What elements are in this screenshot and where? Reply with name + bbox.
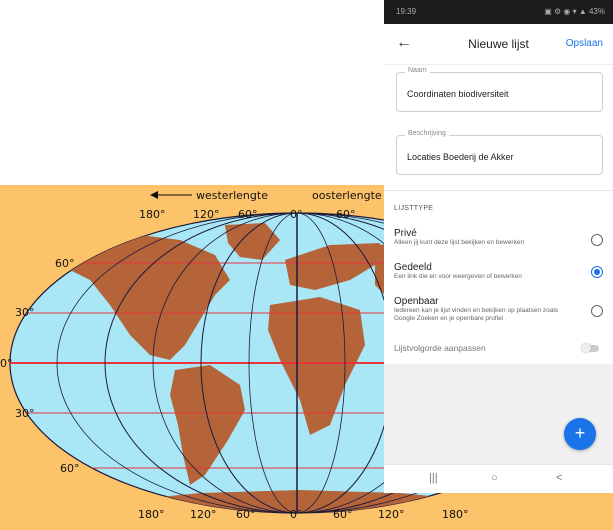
reorder-label: Lijstvolgorde aanpassen <box>394 343 486 353</box>
top-tick: 60° <box>238 208 258 221</box>
option-shared-title: Gedeeld <box>394 262 432 273</box>
home-icon[interactable]: ○ <box>491 472 498 484</box>
name-field-label: Naam <box>405 67 430 74</box>
lat-label: 30° <box>15 306 35 319</box>
bottom-tick: 60° <box>333 508 353 521</box>
status-icons: ▣ ⚙ ◉ ▾ ▲ 43% <box>544 7 605 16</box>
option-public[interactable]: Openbaar Iedereen kan je lijst vinden en… <box>394 296 609 323</box>
bottom-tick: 0° <box>290 508 303 521</box>
option-private[interactable]: Privé Alleen jij kunt deze lijst bekijke… <box>394 228 609 247</box>
add-icon[interactable]: + <box>564 418 596 450</box>
lat-label: 60° <box>60 462 80 475</box>
option-private-desc: Alleen jij kunt deze lijst bekijken en b… <box>394 239 525 246</box>
bottom-tick: 120° <box>378 508 405 521</box>
label-west: westerlengte <box>196 189 268 202</box>
top-tick: 60° <box>336 208 356 221</box>
option-public-title: Openbaar <box>394 296 439 307</box>
bottom-tick: 180° <box>442 508 469 521</box>
toggle-knob <box>581 343 591 353</box>
phone-screen: 19:39 ▣ ⚙ ◉ ▾ ▲ 43% ← Nieuwe lijst Opsla… <box>384 0 613 493</box>
reorder-toggle[interactable] <box>581 343 599 353</box>
lat-label: 30° <box>15 407 35 420</box>
bottom-tick: 120° <box>190 508 217 521</box>
description-field[interactable]: Beschrijving Locaties Boederij de Akker <box>396 130 603 175</box>
nav-back-icon[interactable]: < <box>556 472 562 484</box>
bottom-tick: 60° <box>236 508 256 521</box>
app-bar: ← Nieuwe lijst Opslaan <box>384 24 613 65</box>
radio-public[interactable] <box>591 305 603 317</box>
name-field[interactable]: Naam Coordinaten biodiversiteit <box>396 67 603 112</box>
option-private-title: Privé <box>394 228 417 239</box>
description-field-label: Beschrijving <box>405 130 449 137</box>
name-field-value: Coordinaten biodiversiteit <box>407 89 509 99</box>
option-shared-desc: Een link die en voor weergeven of bewerk… <box>394 273 522 280</box>
lat-label: 60° <box>55 257 75 270</box>
lat-label: 0° <box>0 357 13 370</box>
system-nav-bar: ||| ○ < <box>384 464 613 493</box>
top-tick: 0° <box>290 208 303 221</box>
divider <box>384 190 613 191</box>
option-shared[interactable]: Gedeeld Een link die en voor weergeven o… <box>394 262 609 281</box>
recents-icon[interactable]: ||| <box>429 472 438 484</box>
status-time: 19:39 <box>396 7 417 16</box>
label-east: oosterlengte <box>312 189 382 202</box>
list-type-heading: LIJSTTYPE <box>394 205 434 212</box>
bottom-tick: 180° <box>138 508 165 521</box>
status-bar: 19:39 ▣ ⚙ ◉ ▾ ▲ 43% <box>384 0 613 24</box>
radio-shared[interactable] <box>591 266 603 278</box>
top-tick: 180° <box>139 208 166 221</box>
top-tick: 120° <box>193 208 220 221</box>
description-field-value: Locaties Boederij de Akker <box>407 152 514 162</box>
save-button[interactable]: Opslaan <box>566 38 603 49</box>
radio-private[interactable] <box>591 234 603 246</box>
option-public-desc: Iedereen kan je lijst vinden en bekijken… <box>394 307 559 322</box>
